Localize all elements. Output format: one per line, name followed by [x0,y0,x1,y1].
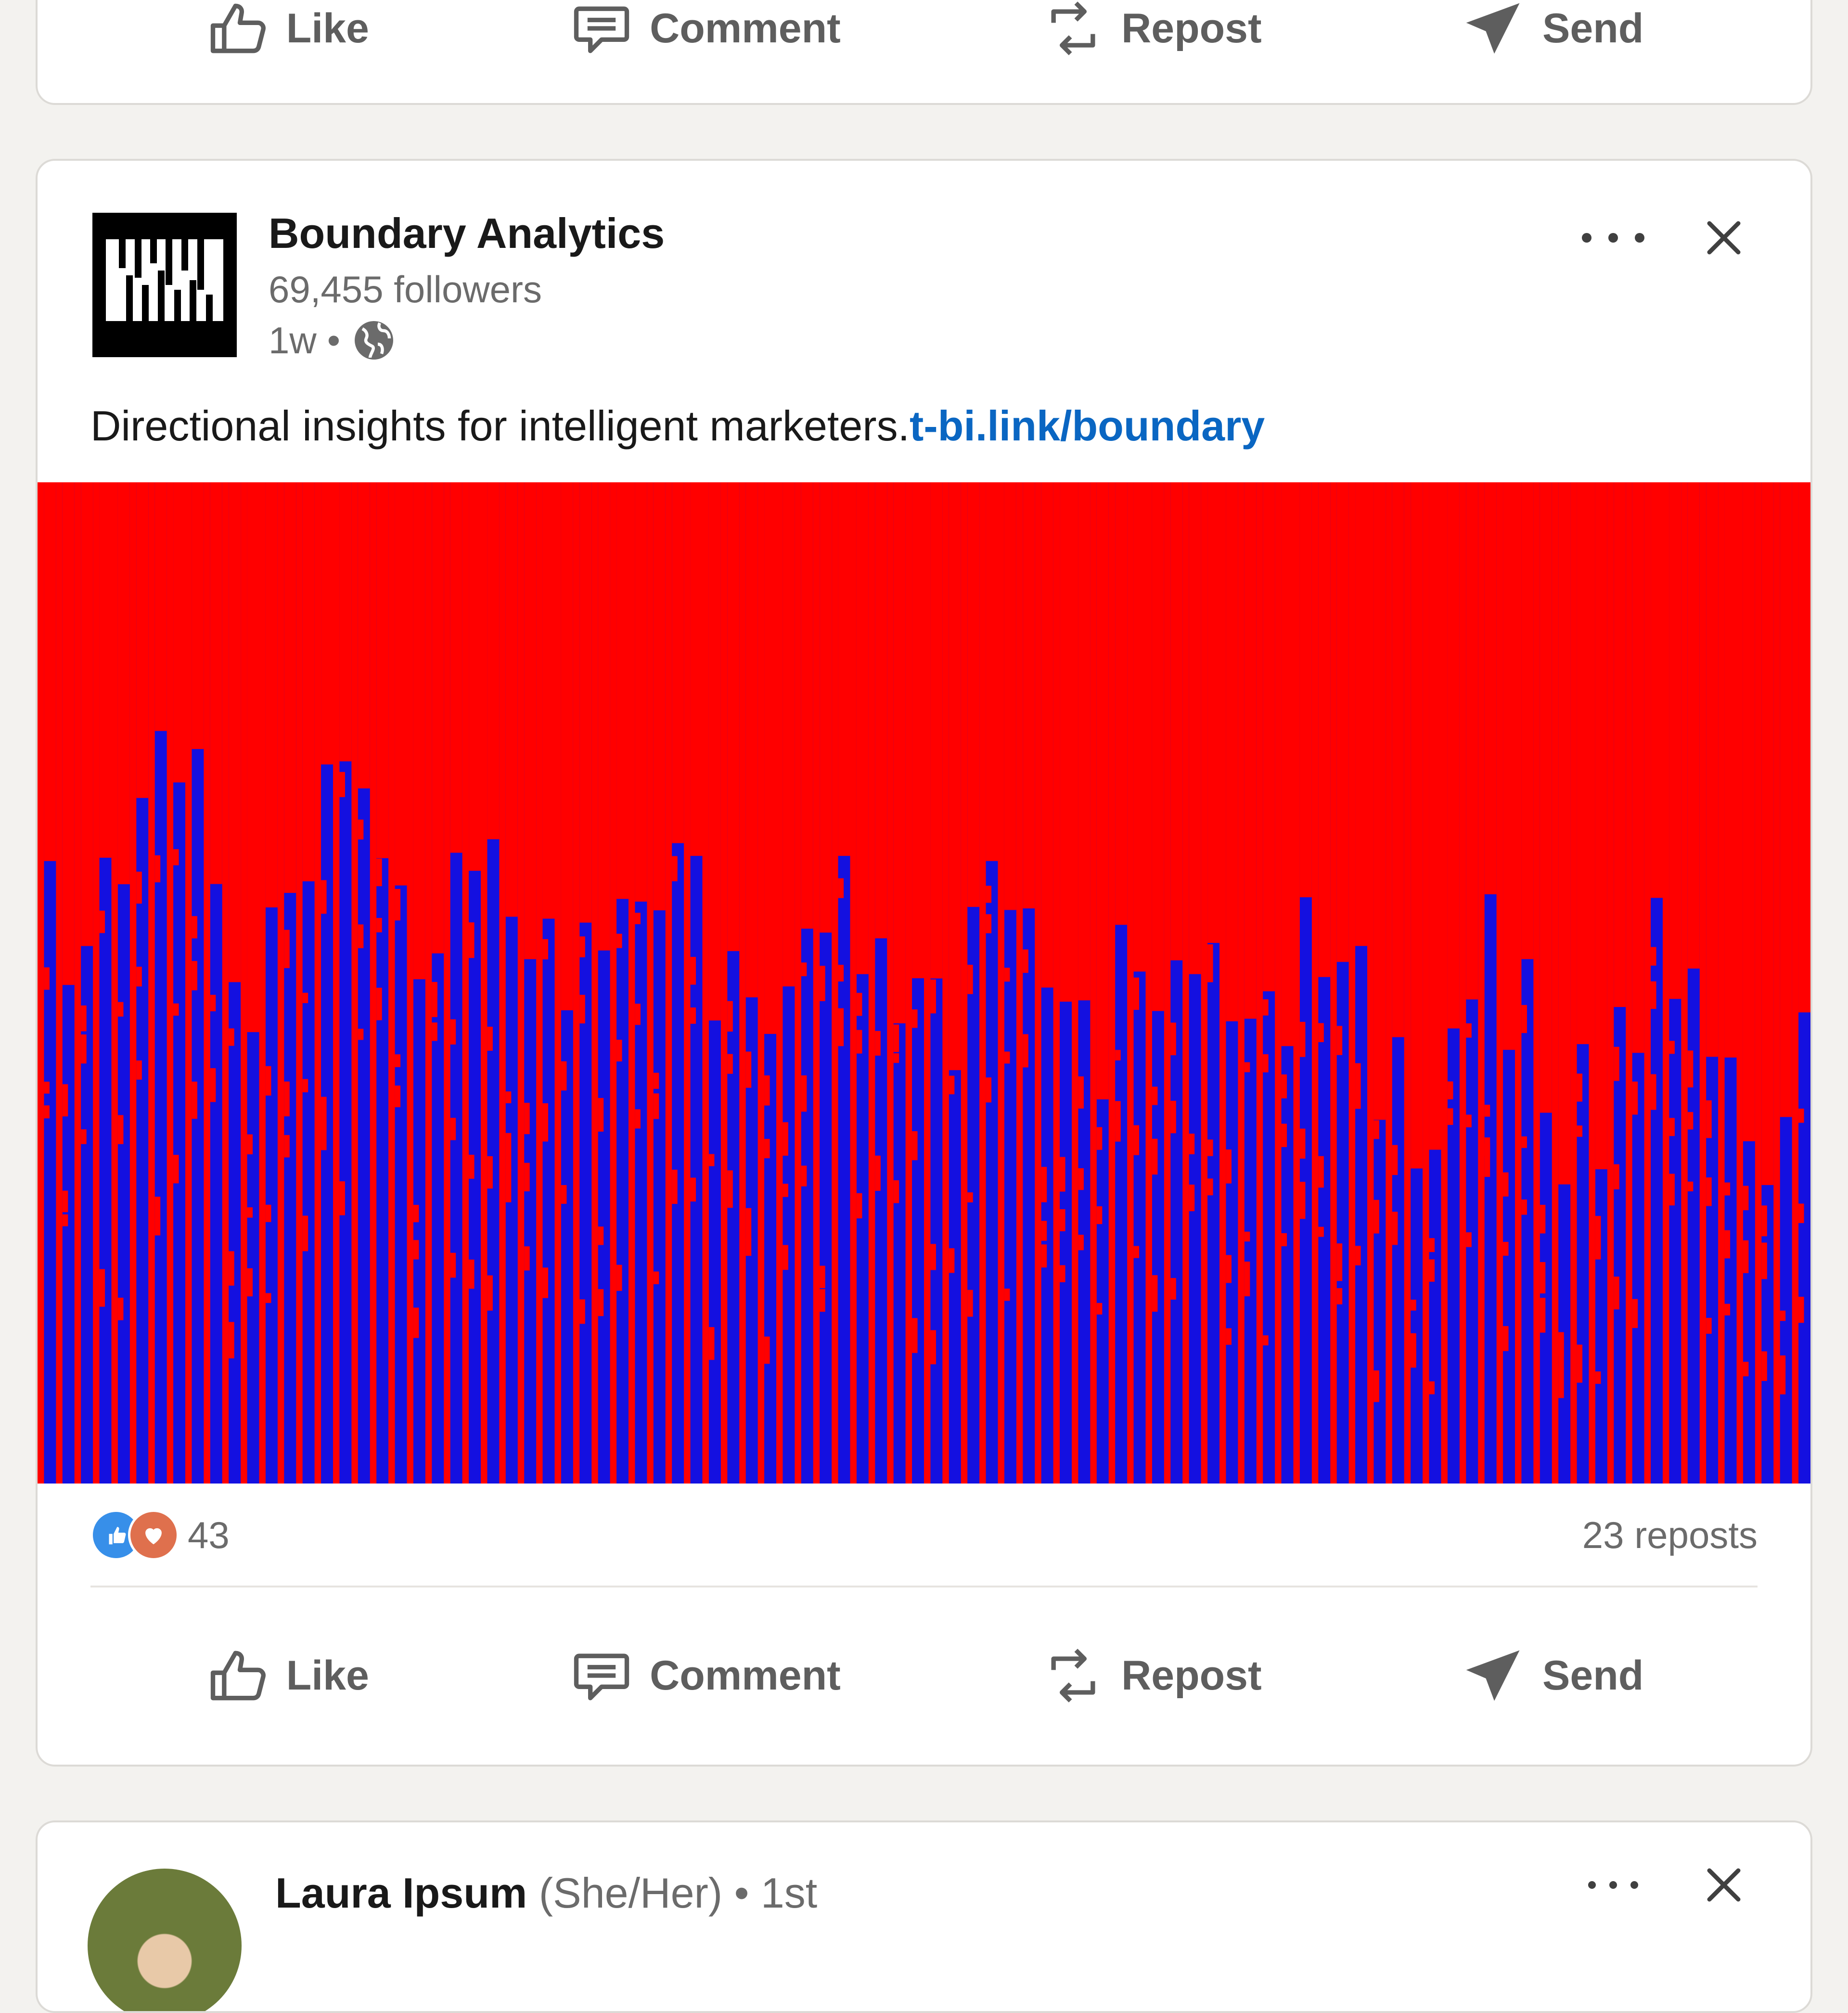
comment-button[interactable]: Comment [568,0,841,62]
love-reaction-icon [128,1510,179,1561]
post-image-graphic [38,482,1810,1484]
repost-label: Repost [1121,1652,1262,1699]
globe-icon [351,317,397,363]
post-image[interactable] [38,482,1810,1484]
divider [90,1586,1758,1587]
like-icon [210,1651,266,1701]
dismiss-post-button[interactable] [1690,1851,1758,1919]
previous-post-card: Like Comment Repost Send [36,0,1812,105]
post-age: 1w [269,319,317,361]
post-meta: 1w • [269,317,397,363]
comment-label: Comment [650,5,841,52]
more-options-button[interactable] [1575,214,1652,262]
separator-dot: • [327,319,341,361]
reaction-count: 43 [188,1513,230,1556]
like-label: Like [286,1652,369,1699]
post-card: Boundary Analytics 69,455 followers 1w •… [36,159,1812,1767]
company-name[interactable]: Boundary Analytics [269,209,665,258]
post-link[interactable]: t-bi.link/boundary [910,402,1265,450]
repost-icon [1051,1,1095,55]
send-button[interactable]: Send [1461,1642,1643,1709]
author-pronouns: (She/Her) [539,1869,723,1917]
comment-button[interactable]: Comment [568,1642,841,1709]
social-counts: 43 23 reposts [90,1506,1758,1564]
reactions-summary[interactable]: 43 [90,1510,230,1561]
previous-post-action-bar: Like Comment Repost Send [38,0,1810,79]
send-label: Send [1542,5,1644,52]
send-label: Send [1542,1652,1644,1699]
connection-degree: • 1st [734,1869,818,1917]
company-logo[interactable] [92,213,237,357]
author-name[interactable]: Laura Ipsum [275,1869,527,1917]
follower-count: 69,455 followers [269,268,542,310]
close-icon [1707,221,1741,255]
dismiss-post-button[interactable] [1690,204,1758,271]
send-icon [1466,1650,1520,1701]
next-post-card: Laura Ipsum (She/Her) • 1st [36,1820,1812,2013]
post-action-bar: Like Comment Repost Send [38,1625,1810,1726]
repost-button[interactable]: Repost [1040,1642,1262,1709]
close-icon [1707,1868,1741,1902]
company-logo-image [106,239,223,321]
avatar[interactable] [88,1869,242,2011]
post-body: Directional insights for intelligent mar… [90,401,1265,451]
repost-icon [1051,1649,1095,1703]
post-text: Directional insights for intelligent mar… [90,402,910,450]
comment-label: Comment [650,1652,841,1699]
repost-button[interactable]: Repost [1040,0,1262,62]
more-icon [1582,233,1644,243]
more-options-button[interactable] [1575,1861,1652,1909]
send-button[interactable]: Send [1461,0,1643,62]
send-icon [1466,3,1520,54]
reaction-icons [90,1510,179,1561]
more-icon [1588,1881,1638,1889]
comment-icon [574,6,629,53]
comment-icon [574,1653,629,1701]
like-button[interactable]: Like [205,0,369,62]
author-line: Laura Ipsum (She/Her) • 1st [275,1869,817,1918]
like-label: Like [286,5,369,52]
like-icon [210,3,266,53]
repost-count[interactable]: 23 reposts [1582,1513,1758,1557]
like-button[interactable]: Like [205,1642,369,1709]
repost-label: Repost [1121,5,1262,52]
